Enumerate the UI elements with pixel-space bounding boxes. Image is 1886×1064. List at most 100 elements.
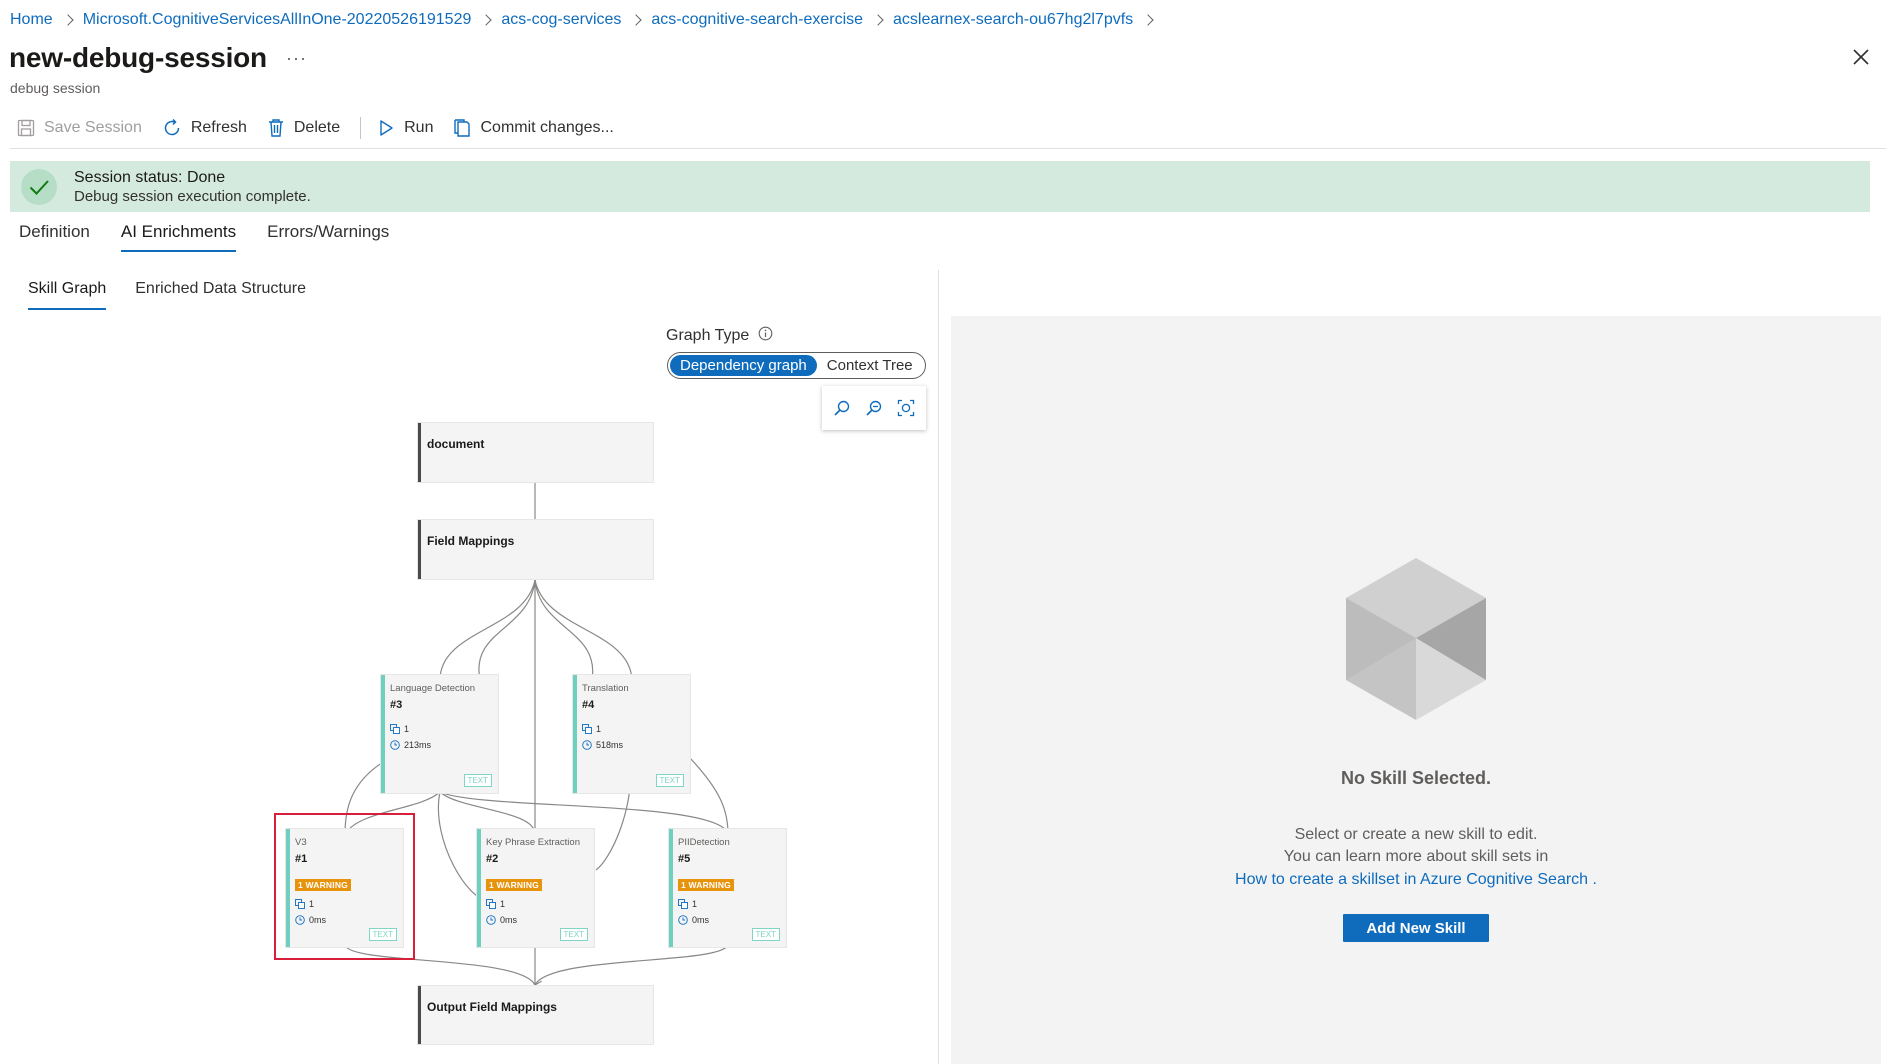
- skill-number: #2: [486, 853, 499, 865]
- breadcrumb-cog-services[interactable]: acs-cog-services: [501, 11, 621, 29]
- toolbar-divider-line: [10, 148, 1886, 149]
- breadcrumb-search-service[interactable]: acslearnex-search-ou67hg2l7pvfs: [893, 11, 1133, 29]
- skill-time-row: 0ms: [678, 915, 709, 925]
- page-subtitle: debug session: [10, 80, 101, 96]
- warning-badge: 1 WARNING: [486, 879, 542, 891]
- skill-time: 213ms: [404, 740, 432, 750]
- skill-node-v3[interactable]: V3 #1 1 WARNING 1 0ms TEXT: [286, 829, 403, 947]
- warning-badge: 1 WARNING: [295, 879, 351, 891]
- graph-type-text: Graph Type: [666, 327, 750, 344]
- skill-kind: Translation: [582, 683, 629, 694]
- skill-node-key-phrase-extraction[interactable]: Key Phrase Extraction #2 1 WARNING 1 0ms…: [477, 829, 594, 947]
- skill-count: 1: [309, 899, 315, 909]
- context-tree-option[interactable]: Context Tree: [817, 355, 923, 376]
- fit-to-screen-icon[interactable]: [897, 399, 915, 417]
- skill-kind: V3: [295, 837, 307, 848]
- empty-state-link-row: How to create a skillset in Azure Cognit…: [951, 871, 1881, 889]
- status-banner: Session status: Done Debug session execu…: [10, 161, 1870, 212]
- skill-node-pii-detection[interactable]: PIIDetection #5 1 WARNING 1 0ms TEXT: [669, 829, 786, 947]
- page-title: new-debug-session: [9, 42, 267, 73]
- clock-icon: [295, 915, 305, 925]
- zoom-controls: [822, 386, 926, 430]
- documents-icon: [486, 899, 496, 909]
- empty-state-line-1: Select or create a new skill to edit.: [1294, 826, 1538, 843]
- link-suffix: .: [1588, 871, 1597, 888]
- skill-type-tag: TEXT: [559, 928, 588, 941]
- checkmark-icon: [21, 168, 57, 205]
- skill-count: 1: [500, 899, 506, 909]
- field-mappings-node-label: Field Mappings: [427, 534, 515, 548]
- zoom-in-icon[interactable]: [833, 399, 851, 417]
- document-node[interactable]: document: [418, 423, 653, 482]
- skill-time: 0ms: [500, 915, 518, 925]
- breadcrumb-search-exercise[interactable]: acs-cognitive-search-exercise: [651, 11, 863, 29]
- run-label: Run: [404, 119, 434, 136]
- main-tabs: Definition AI Enrichments Errors/Warning…: [19, 222, 420, 252]
- play-icon: [380, 120, 393, 136]
- tab-enriched-data-structure[interactable]: Enriched Data Structure: [135, 280, 306, 310]
- documents-icon: [390, 724, 400, 734]
- delete-label: Delete: [293, 119, 341, 136]
- skill-kind: Key Phrase Extraction: [486, 837, 580, 848]
- skill-count-row: 1: [582, 724, 601, 734]
- tab-errors-warnings[interactable]: Errors/Warnings: [267, 222, 389, 252]
- commit-changes-button[interactable]: Commit changes...: [453, 118, 614, 138]
- skill-time-row: 0ms: [295, 915, 326, 925]
- toolbar-divider: [360, 117, 362, 139]
- skill-number: #4: [582, 699, 595, 711]
- clock-icon: [582, 740, 592, 750]
- field-mappings-node[interactable]: Field Mappings: [418, 520, 653, 579]
- skill-node-language-detection[interactable]: Language Detection #3 1 213ms TEXT: [381, 675, 498, 793]
- zoom-out-icon[interactable]: [865, 399, 883, 417]
- info-icon[interactable]: [758, 326, 773, 346]
- warning-badge: 1 WARNING: [678, 879, 734, 891]
- output-field-mappings-node-label: Output Field Mappings: [427, 1000, 557, 1014]
- breadcrumb-home[interactable]: Home: [10, 11, 53, 29]
- tab-ai-enrichments[interactable]: AI Enrichments: [120, 222, 237, 252]
- chevron-right-icon: [630, 14, 643, 26]
- skillset-help-link[interactable]: How to create a skillset in Azure Cognit…: [1235, 871, 1588, 888]
- skill-node-translation[interactable]: Translation #4 1 518ms TEXT: [573, 675, 690, 793]
- output-field-mappings-node[interactable]: Output Field Mappings: [418, 986, 653, 1044]
- skill-details-panel: No Skill Selected. Select or create a ne…: [951, 316, 1881, 1064]
- add-new-skill-button[interactable]: Add New Skill: [1343, 914, 1489, 942]
- documents-icon: [678, 899, 688, 909]
- skill-type-tag: TEXT: [368, 928, 397, 941]
- skill-count: 1: [596, 724, 602, 734]
- tab-definition[interactable]: Definition: [19, 222, 90, 252]
- run-button[interactable]: Run: [377, 119, 433, 137]
- document-node-label: document: [427, 437, 485, 451]
- skill-type-tag: TEXT: [751, 928, 780, 941]
- save-session-label: Save Session: [44, 119, 142, 136]
- graph-type-toggle: Dependency graph Context Tree: [667, 352, 926, 379]
- save-session-button[interactable]: Save Session: [17, 119, 142, 137]
- tab-skill-graph[interactable]: Skill Graph: [28, 280, 107, 310]
- panel-divider: [938, 270, 939, 1064]
- breadcrumb-resource-group[interactable]: Microsoft.CognitiveServicesAllInOne-2022…: [83, 11, 472, 29]
- chevron-right-icon: [1142, 14, 1154, 26]
- skill-kind: PIIDetection: [678, 837, 730, 848]
- skill-number: #1: [295, 853, 308, 865]
- clock-icon: [390, 740, 400, 750]
- skill-count-row: 1: [390, 724, 409, 734]
- skill-count-row: 1: [678, 899, 697, 909]
- commit-label: Commit changes...: [480, 119, 614, 136]
- refresh-button[interactable]: Refresh: [162, 118, 247, 138]
- skill-count: 1: [692, 899, 698, 909]
- dependency-graph-option[interactable]: Dependency graph: [670, 355, 817, 376]
- more-options-button[interactable]: ···: [286, 48, 307, 69]
- skill-kind: Language Detection: [390, 683, 476, 694]
- chevron-right-icon: [872, 14, 884, 26]
- status-detail: Debug session execution complete.: [74, 187, 311, 205]
- refresh-label: Refresh: [190, 119, 247, 136]
- close-icon[interactable]: [1850, 46, 1872, 68]
- empty-state-title: No Skill Selected.: [1340, 768, 1492, 788]
- skill-time: 0ms: [309, 915, 327, 925]
- delete-button[interactable]: Delete: [267, 118, 340, 138]
- empty-state-cube-icon: [1346, 558, 1486, 720]
- refresh-icon: [164, 118, 180, 136]
- copy-icon: [454, 119, 471, 137]
- skill-count-row: 1: [295, 899, 314, 909]
- skill-number: #5: [678, 853, 691, 865]
- breadcrumb: Home Microsoft.CognitiveServicesAllInOne…: [10, 9, 1163, 31]
